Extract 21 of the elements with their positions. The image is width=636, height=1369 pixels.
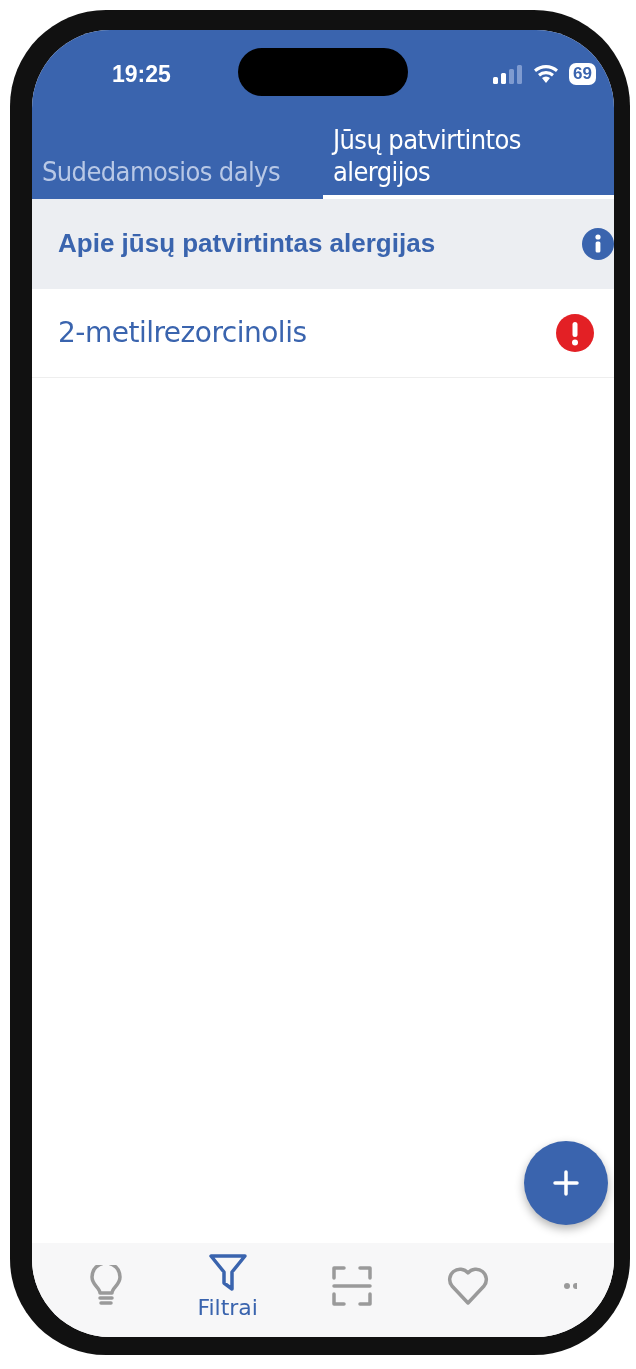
scan-icon <box>332 1266 373 1306</box>
wifi-icon <box>533 64 560 84</box>
filter-icon <box>207 1252 248 1293</box>
info-icon[interactable] <box>582 227 614 260</box>
tab[interactable]: Sudedamosios dalys <box>32 150 323 199</box>
more-icon <box>562 1282 577 1290</box>
nav-item[interactable] <box>446 1266 489 1306</box>
nav-item[interactable]: Filtrai <box>197 1252 258 1320</box>
signal-icon <box>493 64 524 84</box>
plus-icon <box>553 1170 579 1196</box>
status-time: 19:25 <box>112 60 171 88</box>
info-header[interactable]: Apie jūsų patvirtintas alergijas <box>32 198 614 289</box>
nav-item[interactable] <box>332 1266 373 1306</box>
nav-item[interactable] <box>89 1265 124 1307</box>
battery-level: 69 <box>569 63 596 85</box>
heart-icon <box>446 1266 489 1306</box>
add-button[interactable] <box>524 1141 608 1225</box>
lightbulb-icon <box>89 1265 124 1307</box>
nav-item[interactable] <box>562 1282 577 1290</box>
allergy-name: 2-metilrezorcinolis <box>58 316 307 350</box>
info-title: Apie jūsų patvirtintas alergijas <box>58 228 436 260</box>
